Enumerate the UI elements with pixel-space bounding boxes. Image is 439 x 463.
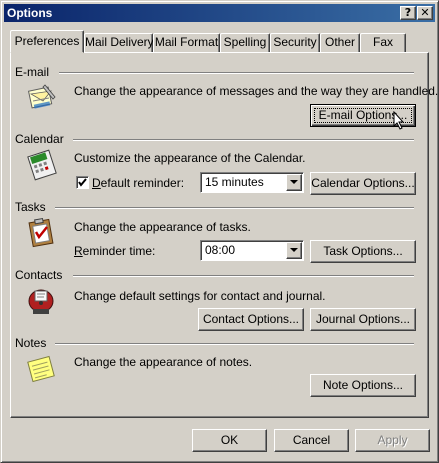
default-reminder-checkbox[interactable] [76,176,89,189]
close-button[interactable]: ✕ [417,6,433,20]
reminder-time-label: Reminder time: [74,244,155,258]
mouse-pointer-icon [393,111,405,130]
section-divider [73,139,414,141]
reminder-time-value: 08:00 [205,243,236,257]
contact-rolodex-icon [25,285,57,317]
preferences-panel: E-mail Change the appearance of messages… [10,52,438,418]
apply-label: Apply [377,433,408,447]
tab-other[interactable]: Other [320,33,360,52]
email-envelope-icon [25,81,57,113]
default-reminder-label-rest: efault reminder: [100,176,185,190]
cancel-button[interactable]: Cancel [274,429,349,452]
tab-fax[interactable]: Fax [360,33,406,52]
calendar-options-label: Calendar Options... [311,176,415,190]
ok-button[interactable]: OK [192,429,267,452]
note-sticky-icon [25,353,57,385]
chevron-down-icon[interactable] [286,174,302,191]
ok-label: OK [220,433,239,447]
tab-mail-delivery[interactable]: Mail Delivery [84,33,154,52]
checkmark-icon [78,178,87,187]
section-notes-heading: Notes [15,336,47,350]
title-bar[interactable]: Options ? ✕ [4,4,435,22]
note-options-label: Note Options... [322,378,404,392]
section-calendar-heading: Calendar [15,132,64,146]
tab-label: Mail Format [154,35,219,49]
options-dialog: Options ? ✕ Preferences Mail Delivery Ma… [0,0,439,463]
window-title: Options [7,6,53,20]
chevron-down-icon[interactable] [286,242,302,259]
default-reminder-select[interactable]: 15 minutes [200,172,304,193]
tab-security[interactable]: Security [270,33,320,52]
section-email-heading: E-mail [15,65,50,79]
contact-options-label: Contact Options... [202,312,300,326]
section-contacts-heading: Contacts [15,268,63,282]
email-description: Change the appearance of messages and th… [74,84,439,98]
default-reminder-label: Default reminder: [92,176,184,190]
tab-mail-format[interactable]: Mail Format [153,33,220,52]
mnemonic-r: R [74,244,83,258]
tab-strip: Preferences Mail Delivery Mail Format Sp… [10,29,430,53]
close-icon: ✕ [420,6,430,19]
tab-preferences[interactable]: Preferences [10,30,84,53]
calendar-description: Customize the appearance of the Calendar… [74,151,306,165]
default-reminder-value: 15 minutes [205,175,264,189]
tab-label: Mail Delivery [85,35,154,49]
journal-options-label: Journal Options... [315,312,411,326]
journal-options-button[interactable]: Journal Options... [310,308,416,331]
tasks-description: Change the appearance of tasks. [74,220,251,234]
section-tasks-heading: Tasks [15,200,46,214]
cancel-label: Cancel [292,433,331,447]
section-divider [73,275,414,277]
contacts-description: Change default settings for contact and … [74,289,326,303]
reminder-time-select[interactable]: 08:00 [200,240,304,261]
task-options-button[interactable]: Task Options... [310,240,416,263]
reminder-time-label-rest: eminder time: [82,244,156,258]
question-mark-icon: ? [404,6,412,19]
section-divider [59,72,414,74]
tab-label: Fax [372,35,393,49]
mnemonic-d: D [92,176,101,190]
tab-label: Spelling [223,35,267,49]
task-clipboard-icon [25,216,57,248]
calendar-options-button[interactable]: Calendar Options... [310,172,416,195]
contact-options-button[interactable]: Contact Options... [198,308,304,331]
task-options-label: Task Options... [323,244,403,258]
section-divider [55,207,414,209]
tab-label: Security [273,35,317,49]
tab-label: Other [324,35,355,49]
notes-description: Change the appearance of notes. [74,355,253,369]
tab-label: Preferences [14,34,80,48]
calendar-icon [25,149,57,181]
help-button[interactable]: ? [400,6,416,20]
apply-button[interactable]: Apply [355,429,430,452]
note-options-button[interactable]: Note Options... [310,374,416,397]
tab-spelling[interactable]: Spelling [220,33,270,52]
section-divider [55,343,414,345]
